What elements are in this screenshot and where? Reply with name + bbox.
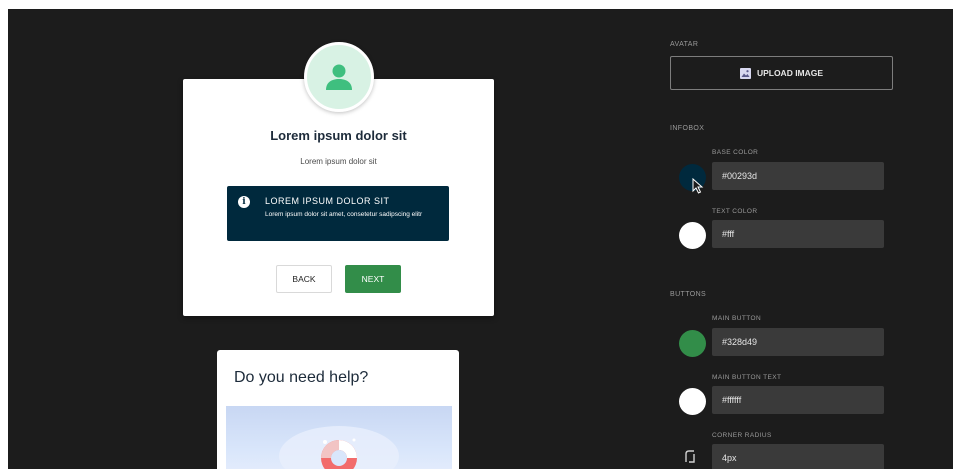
editor-canvas: Lorem ipsum dolor sit Lorem ipsum dolor … [8,9,953,469]
info-icon: i [238,196,250,208]
buttons-section-label: BUTTONS [670,291,707,298]
base-color-label: BASE COLOR [712,149,759,156]
preview-title: Lorem ipsum dolor sit [270,128,407,143]
help-card: Do you need help? [217,350,459,469]
main-button-label: MAIN BUTTON [712,315,762,322]
infobox-title: LOREM IPSUM DOLOR SIT [265,196,390,206]
upload-image-label: UPLOAD IMAGE [756,68,824,78]
main-button-input[interactable]: #328d49 [712,328,884,356]
cursor-icon [692,178,704,194]
preview-card: Lorem ipsum dolor sit Lorem ipsum dolor … [183,79,494,316]
corner-radius-input[interactable]: 4px [712,444,884,469]
base-color-input[interactable]: #00293d [712,162,884,190]
back-button[interactable]: BACK [276,265,332,293]
main-button-text-label: MAIN BUTTON TEXT [712,374,782,381]
user-icon [326,64,352,90]
lifebuoy-icon [279,426,399,469]
upload-image-button[interactable]: UPLOAD IMAGE [670,56,893,90]
image-icon [739,67,751,79]
corner-radius-icon [685,450,695,463]
text-color-label: TEXT COLOR [712,208,758,215]
help-title: Do you need help? [234,369,369,386]
infobox-text: Lorem ipsum dolor sit amet, consetetur s… [265,211,423,218]
infobox-section-label: INFOBOX [670,125,705,132]
preview-infobox: i LOREM IPSUM DOLOR SIT Lorem ipsum dolo… [227,186,449,241]
preview-subtitle: Lorem ipsum dolor sit [300,157,377,166]
main-button-text-swatch[interactable] [679,388,706,415]
text-color-swatch[interactable] [679,222,706,249]
next-button[interactable]: NEXT [345,265,401,293]
help-image [226,406,452,469]
preview-avatar[interactable] [304,42,374,112]
main-button-swatch[interactable] [679,330,706,357]
text-color-input[interactable]: #fff [712,220,884,248]
avatar-section-label: AVATAR [670,41,699,48]
corner-radius-label: CORNER RADIUS [712,432,772,439]
main-button-text-input[interactable]: #ffffff [712,386,884,414]
